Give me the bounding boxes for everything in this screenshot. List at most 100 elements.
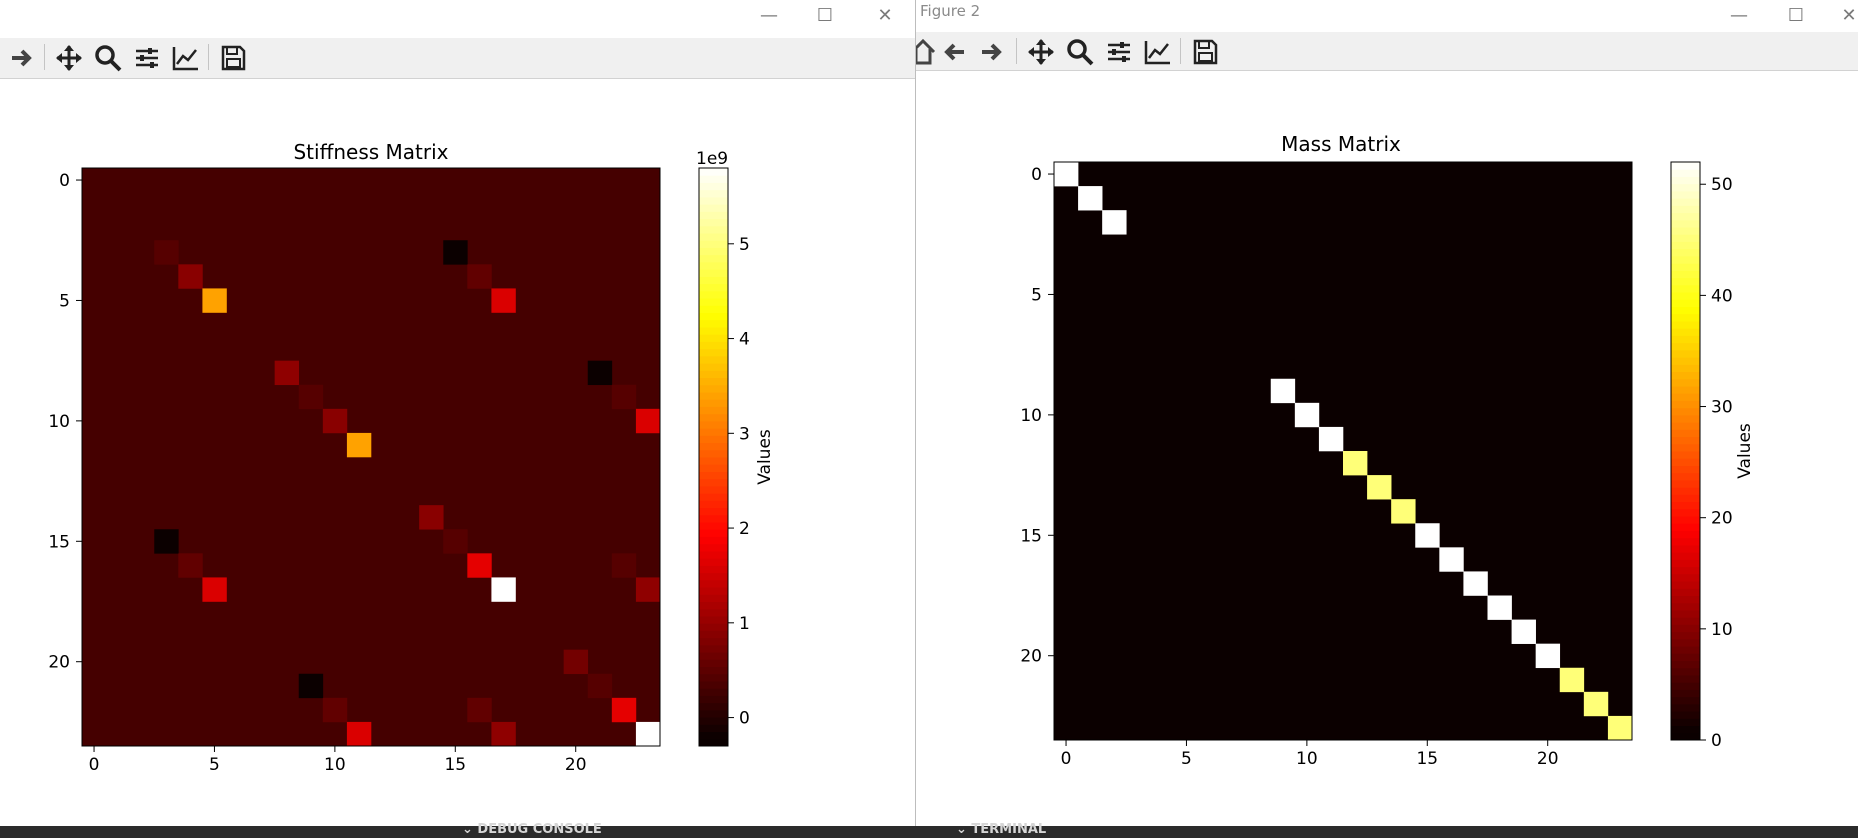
colorbar-segment bbox=[1671, 451, 1700, 459]
colorbar-segment bbox=[1671, 624, 1700, 633]
debug-console-tab[interactable]: ⌄ DEBUG CONSOLE bbox=[462, 822, 602, 838]
colorbar-segment bbox=[1671, 176, 1700, 185]
forward-icon[interactable] bbox=[7, 43, 37, 73]
heatmap-cell bbox=[298, 673, 324, 699]
maximize-button[interactable]: ☐ bbox=[800, 0, 850, 32]
colorbar-tick-label: 10 bbox=[1711, 620, 1733, 640]
colorbar-segment bbox=[699, 522, 728, 530]
colorbar-segment bbox=[699, 507, 728, 516]
heatmap-cell bbox=[178, 264, 203, 289]
colorbar-segment bbox=[1671, 559, 1700, 568]
colorbar-segment bbox=[1671, 183, 1700, 192]
close-button[interactable]: ✕ bbox=[860, 0, 910, 32]
colorbar-segment bbox=[1671, 198, 1700, 206]
y-tick-label: 5 bbox=[59, 291, 70, 311]
edit-axis-icon[interactable] bbox=[1143, 37, 1173, 67]
minimize-button[interactable]: — bbox=[1714, 0, 1764, 32]
colorbar-segment bbox=[1671, 378, 1700, 387]
ide-bottom-panel bbox=[0, 826, 1858, 838]
save-icon[interactable] bbox=[1190, 37, 1220, 67]
colorbar-segment bbox=[1671, 638, 1700, 647]
colorbar-segment bbox=[699, 348, 728, 357]
colorbar-segment bbox=[1671, 544, 1700, 553]
heatmap-cell bbox=[635, 577, 661, 602]
colorbar-segment bbox=[1671, 674, 1700, 683]
forward-icon[interactable] bbox=[977, 37, 1007, 67]
colorbar-segment bbox=[1671, 349, 1700, 358]
chart-title: Mass Matrix bbox=[1281, 132, 1401, 156]
home-icon[interactable] bbox=[916, 37, 938, 67]
minimize-button[interactable]: — bbox=[744, 0, 794, 32]
y-ticks: 0 5 10 15 20 bbox=[48, 171, 82, 673]
y-tick-label: 20 bbox=[1020, 647, 1042, 667]
colorbar-tick-label: 20 bbox=[1711, 509, 1733, 529]
colorbar-segment bbox=[699, 225, 728, 234]
colorbar-segment bbox=[699, 688, 728, 696]
colorbar-segment bbox=[699, 189, 728, 198]
colorbar-segment bbox=[699, 399, 728, 407]
colorbar-segment bbox=[1671, 169, 1700, 177]
terminal-tab[interactable]: ⌄ TERMINAL bbox=[956, 822, 1046, 838]
heatmap-cell bbox=[491, 721, 516, 747]
colorbar-segment bbox=[1671, 479, 1700, 488]
colorbar-segment bbox=[1671, 660, 1700, 669]
colorbar-segment bbox=[1671, 667, 1700, 676]
y-tick-label: 20 bbox=[48, 653, 70, 673]
colorbar-segment bbox=[699, 254, 728, 263]
colorbar-segment bbox=[699, 218, 728, 227]
colorbar-segment bbox=[699, 276, 728, 285]
heatmap-cell bbox=[1367, 475, 1392, 500]
colorbar-segment bbox=[699, 290, 728, 299]
colorbar-tick-label: 3 bbox=[739, 424, 750, 444]
colorbar-tick-label: 0 bbox=[1711, 731, 1722, 751]
colorbar-segment bbox=[699, 283, 728, 292]
colorbar-segment bbox=[1671, 581, 1700, 589]
colorbar: 0 10 20 30 40 50 bbox=[1670, 161, 1733, 751]
subplots-icon[interactable] bbox=[1104, 37, 1134, 67]
colorbar-segment bbox=[1671, 371, 1700, 380]
heatmap-cell bbox=[635, 408, 661, 434]
maximize-button[interactable]: ☐ bbox=[1771, 0, 1821, 32]
colorbar-segment bbox=[1671, 595, 1700, 604]
heatmap-cell bbox=[587, 673, 613, 699]
back-icon[interactable] bbox=[939, 37, 969, 67]
colorbar-tick-label: 2 bbox=[739, 519, 750, 539]
colorbar-segment bbox=[1671, 703, 1700, 712]
heatmap-cell bbox=[1487, 595, 1512, 620]
zoom-icon[interactable] bbox=[93, 43, 123, 73]
colorbar-segment bbox=[1671, 472, 1700, 481]
colorbar-segment bbox=[1671, 725, 1700, 734]
colorbar-segment bbox=[1671, 328, 1700, 336]
colorbar-tick-label: 1 bbox=[739, 614, 750, 634]
heatmap-cell bbox=[178, 553, 203, 578]
window-2-titlebar: Figure 2 — ☐ ✕ bbox=[916, 0, 1858, 36]
pan-icon[interactable] bbox=[1026, 37, 1056, 67]
heatmap-cell bbox=[611, 697, 637, 723]
colorbar-segment bbox=[1671, 190, 1700, 199]
colorbar-segment bbox=[1671, 219, 1700, 228]
figure-2-window: Figure 2 — ☐ ✕ Mass Matrix 0 5 10 15 20 … bbox=[916, 0, 1858, 830]
subplots-icon[interactable] bbox=[132, 43, 162, 73]
edit-axis-icon[interactable] bbox=[171, 43, 201, 73]
toolbar-separator bbox=[1180, 38, 1181, 64]
close-button[interactable]: ✕ bbox=[1824, 0, 1858, 32]
colorbar-segment bbox=[1671, 602, 1700, 611]
colorbar-segment bbox=[1671, 552, 1700, 560]
pan-icon[interactable] bbox=[54, 43, 84, 73]
colorbar-segment bbox=[1671, 646, 1700, 654]
colorbar-segment bbox=[699, 615, 728, 624]
save-icon[interactable] bbox=[218, 43, 248, 73]
heatmap-cell bbox=[467, 264, 492, 289]
colorbar-segment bbox=[699, 709, 728, 718]
y-tick-label: 15 bbox=[48, 532, 70, 552]
colorbar-segment bbox=[699, 204, 728, 212]
colorbar-segment bbox=[699, 355, 728, 364]
heatmap-cell bbox=[346, 432, 372, 458]
colorbar-segment bbox=[1671, 458, 1700, 466]
zoom-icon[interactable] bbox=[1065, 37, 1095, 67]
colorbar-segment bbox=[1671, 653, 1700, 662]
colorbar-offset-label: 1e9 bbox=[696, 149, 728, 169]
colorbar-segment bbox=[1671, 516, 1700, 524]
colorbar-segment bbox=[1671, 465, 1700, 474]
colorbar-segment bbox=[1671, 494, 1700, 503]
